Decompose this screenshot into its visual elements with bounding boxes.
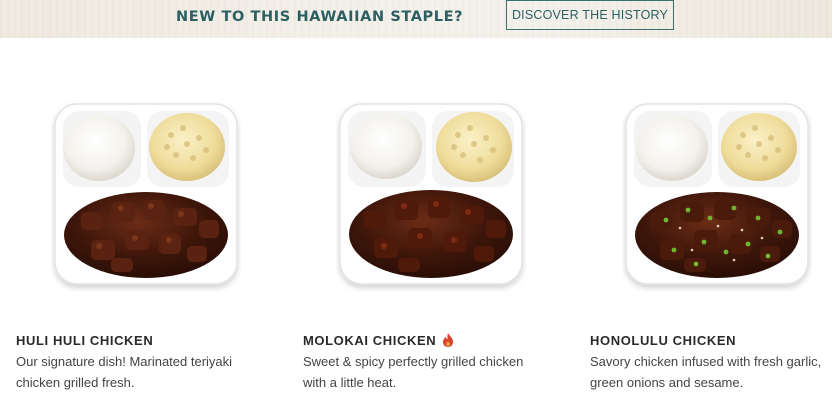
plate-lunch-photo <box>54 103 238 285</box>
flame-icon <box>442 333 454 350</box>
discover-history-button[interactable]: DISCOVER THE HISTORY <box>506 0 674 30</box>
plate-lunch-photo <box>625 103 809 285</box>
menu-item-title[interactable]: HULI HULI CHICKEN <box>16 333 153 348</box>
banner-heading: NEW TO THIS HAWAIIAN STAPLE? <box>176 9 464 25</box>
menu-item-title-text[interactable]: HULI HULI CHICKEN <box>16 333 153 348</box>
menu-item-title-text[interactable]: HONOLULU CHICKEN <box>590 333 736 348</box>
menu-item-description: Savory chicken infused with fresh garlic… <box>590 354 822 390</box>
menu-item-description: Our signature dish! Marinated teriyaki c… <box>16 354 233 390</box>
menu-item-title[interactable]: MOLOKAI CHICKEN <box>303 333 454 350</box>
plate-lunch-photo <box>339 103 523 285</box>
menu-item-title-text[interactable]: MOLOKAI CHICKEN <box>303 333 436 348</box>
menu-item-title[interactable]: HONOLULU CHICKEN <box>590 333 736 348</box>
menu-item-description: Sweet & spicy perfectly grilled chicken … <box>303 354 524 390</box>
top-banner: NEW TO THIS HAWAIIAN STAPLE? DISCOVER TH… <box>0 0 832 38</box>
